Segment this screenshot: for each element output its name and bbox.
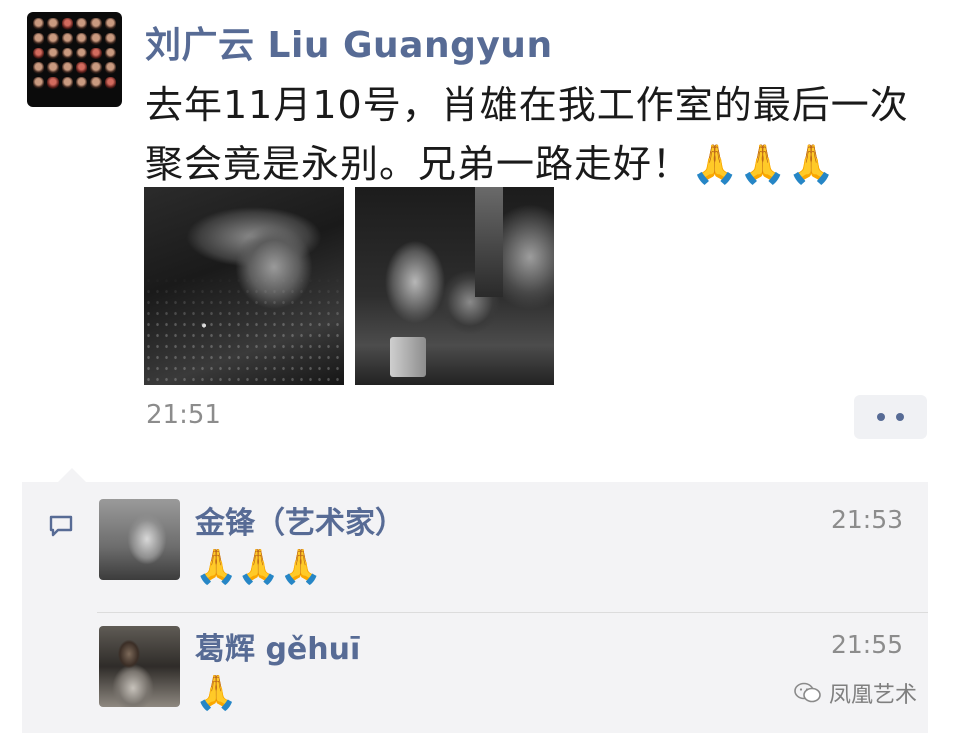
dot-icon bbox=[877, 413, 885, 421]
avatar-image bbox=[27, 12, 122, 95]
comment-text: 🙏 bbox=[195, 673, 238, 713]
post-photo-1[interactable] bbox=[144, 187, 344, 385]
comment-timestamp: 21:53 bbox=[831, 505, 904, 534]
watermark-text: 凤凰艺术 bbox=[829, 683, 918, 708]
comment-timestamp: 21:55 bbox=[831, 630, 904, 659]
post-text: 去年11月10号，肖雄在我工作室的最后一次聚会竟是永别。兄弟一路走好！🙏🙏🙏 bbox=[145, 83, 909, 186]
post-timestamp: 21:51 bbox=[146, 400, 221, 430]
post-photo-2[interactable] bbox=[355, 187, 554, 385]
author-avatar[interactable] bbox=[27, 12, 122, 107]
comment-text: 🙏🙏🙏 bbox=[195, 547, 323, 587]
commenter-name[interactable]: 金锋（艺术家） bbox=[195, 498, 405, 542]
wechat-icon bbox=[794, 682, 821, 703]
watermark: 凤凰艺术 bbox=[793, 677, 917, 709]
commenter-name[interactable]: 葛辉 gěhuī bbox=[195, 624, 360, 668]
comment-bubble-icon bbox=[49, 515, 73, 537]
commenter-avatar[interactable] bbox=[99, 626, 180, 707]
author-name[interactable]: 刘广云 Liu Guangyun bbox=[145, 16, 553, 68]
commenter-avatar[interactable] bbox=[99, 499, 180, 580]
dot-icon bbox=[896, 413, 904, 421]
comment-divider bbox=[97, 612, 928, 613]
more-options-button[interactable] bbox=[854, 395, 927, 439]
